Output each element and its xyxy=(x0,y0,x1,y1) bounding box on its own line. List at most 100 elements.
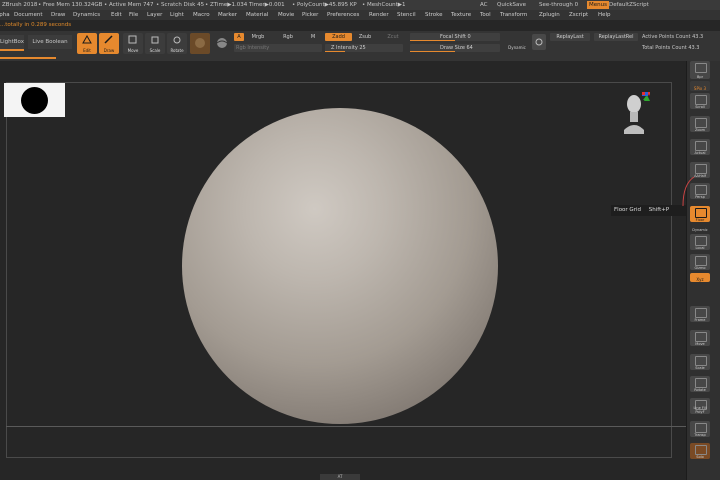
see-through-slider[interactable]: See-through 0 xyxy=(537,0,580,10)
scroll-icon xyxy=(695,95,707,105)
move-label: Move xyxy=(127,48,139,53)
bottom-tab[interactable]: AT xyxy=(320,474,360,480)
sphere-mesh[interactable] xyxy=(182,108,498,424)
bpr-icon xyxy=(695,63,707,73)
ztime-stat: • ZTime▶1.034 Timer▶0.001 xyxy=(205,2,285,8)
transp-icon xyxy=(695,423,707,433)
frame-button[interactable]: Frame xyxy=(690,306,710,322)
floor-grid-tooltip: Floor Grid Shift+P xyxy=(611,205,686,216)
lightbox-button[interactable]: LightBox xyxy=(0,35,24,51)
head-gizmo-icon[interactable] xyxy=(620,92,650,138)
menu-movie[interactable]: Movie xyxy=(278,10,294,20)
menu-edit[interactable]: Edit xyxy=(111,10,122,20)
focal-shift-slider[interactable]: Focal Shift 0 xyxy=(410,33,500,41)
active-points-count: Active Points Count 43.3 xyxy=(642,34,704,40)
transp-button[interactable]: Transp xyxy=(690,421,710,437)
menu-render[interactable]: Render xyxy=(369,10,389,20)
rotate-button[interactable]: Rotate xyxy=(167,33,187,54)
menu-layer[interactable]: Layer xyxy=(147,10,162,20)
tooltip-shortcut: Shift+P xyxy=(648,207,670,213)
brush-icon xyxy=(535,38,543,46)
status-message: ...totally in 0.289 seconds xyxy=(0,20,720,31)
menu-material[interactable]: Material xyxy=(246,10,268,20)
rgb-intensity-slider[interactable]: Rgb Intensity xyxy=(234,44,322,52)
bpr-button[interactable]: Bpr xyxy=(690,61,710,79)
scale-button[interactable]: Scale xyxy=(145,33,165,54)
frame-icon xyxy=(695,308,707,318)
menu-help[interactable]: Help xyxy=(598,10,611,20)
menu-light[interactable]: Light xyxy=(170,10,184,20)
ac-button[interactable]: AC xyxy=(480,0,488,10)
menu-macro[interactable]: Macro xyxy=(193,10,210,20)
replay-last-button[interactable]: ReplayLast xyxy=(550,33,590,41)
menu-stroke[interactable]: Stroke xyxy=(425,10,443,20)
menu-tool[interactable]: Tool xyxy=(480,10,491,20)
dynamic-button[interactable]: Dynamic xyxy=(505,44,529,52)
status-text: ...totally in 0.289 seconds xyxy=(0,22,72,28)
zadd-button[interactable]: Zadd xyxy=(325,33,352,41)
menu-zscript[interactable]: Zscript xyxy=(569,10,588,20)
app-title: ZBrush 2018 xyxy=(2,2,38,8)
move-view-button[interactable]: Move xyxy=(690,330,710,346)
tooltip-label: Floor Grid xyxy=(614,207,641,213)
default-zscript-button[interactable]: DefaultZScript xyxy=(609,0,649,10)
floor-grid-icon xyxy=(695,208,707,218)
replay-last-rel-button[interactable]: ReplayLastRel xyxy=(594,33,638,41)
menu-zplugin[interactable]: Zplugin xyxy=(539,10,560,20)
menu-preferences[interactable]: Preferences xyxy=(327,10,359,20)
actual-button[interactable]: Actual xyxy=(690,139,710,155)
rotate-icon xyxy=(173,36,181,44)
menus-button[interactable]: Menus xyxy=(587,1,609,9)
solo-button[interactable]: Solo xyxy=(690,443,710,459)
move-view-icon xyxy=(695,332,707,342)
menu-file[interactable]: File xyxy=(129,10,138,20)
move-button[interactable]: Move xyxy=(123,33,143,54)
menu-dynamics[interactable]: Dynamics xyxy=(73,10,100,20)
persp-icon xyxy=(695,185,707,195)
scroll-button[interactable]: Scroll xyxy=(690,93,710,109)
zsub-button[interactable]: Zsub xyxy=(355,33,375,41)
brush-icon-button[interactable] xyxy=(532,34,546,50)
scale-icon xyxy=(151,36,159,44)
zcut-button[interactable]: Zcut xyxy=(383,33,403,41)
aahalf-icon xyxy=(695,164,707,174)
menu-draw[interactable]: Draw xyxy=(51,10,65,20)
zoom-button[interactable]: Zoom xyxy=(690,116,710,132)
menu-picker[interactable]: Picker xyxy=(302,10,318,20)
z-intensity-slider[interactable]: Z Intensity 25 xyxy=(325,44,403,52)
local-button[interactable]: Local xyxy=(690,234,710,250)
rgb-intensity-label: Rgb Intensity xyxy=(236,45,270,51)
menu-transform[interactable]: Transform xyxy=(500,10,527,20)
local-icon xyxy=(695,236,707,246)
xyz-button[interactable]: Xyz xyxy=(690,273,710,282)
spix-button[interactable]: SPix 3 xyxy=(690,81,710,91)
menu-marker[interactable]: Marker xyxy=(218,10,237,20)
live-boolean-button[interactable]: Live Boolean xyxy=(28,35,72,49)
material-button[interactable] xyxy=(190,33,210,54)
menu-stencil[interactable]: Stencil xyxy=(397,10,416,20)
rotate-view-button[interactable]: Rotate xyxy=(690,376,710,392)
menu-texture[interactable]: Texture xyxy=(451,10,471,20)
draw-icon xyxy=(104,35,113,44)
dynamic-persp-label: Dynamic xyxy=(692,228,708,232)
edit-button[interactable]: Edit xyxy=(77,33,97,54)
lightbox-underline xyxy=(0,57,56,59)
mrgb-button[interactable]: Mrgb xyxy=(248,33,268,41)
gizmo-button[interactable]: Gizmo xyxy=(690,254,710,270)
scale-view-icon xyxy=(695,356,707,366)
scale-view-button[interactable]: Scale xyxy=(690,354,710,370)
draw-size-slider[interactable]: Draw Size 64 xyxy=(410,44,500,52)
menu-alpha[interactable]: Alpha xyxy=(0,10,10,20)
menu-document[interactable]: Document xyxy=(14,10,43,20)
title-bar: ZBrush 2018 • Free Mem 130.324GB • Activ… xyxy=(0,0,720,10)
gizmo-icon xyxy=(695,256,707,266)
rgb-button[interactable]: Rgb xyxy=(278,33,298,41)
polyf-button[interactable]: Line Fill PolyF xyxy=(690,398,710,414)
move-icon xyxy=(128,35,137,44)
texture-button[interactable] xyxy=(212,33,232,54)
draw-button[interactable]: Draw xyxy=(99,33,119,54)
quicksave-button[interactable]: QuickSave xyxy=(497,0,526,10)
texture-sphere-icon xyxy=(216,38,228,48)
a-button[interactable]: A xyxy=(234,33,244,41)
m-button[interactable]: M xyxy=(308,33,318,41)
